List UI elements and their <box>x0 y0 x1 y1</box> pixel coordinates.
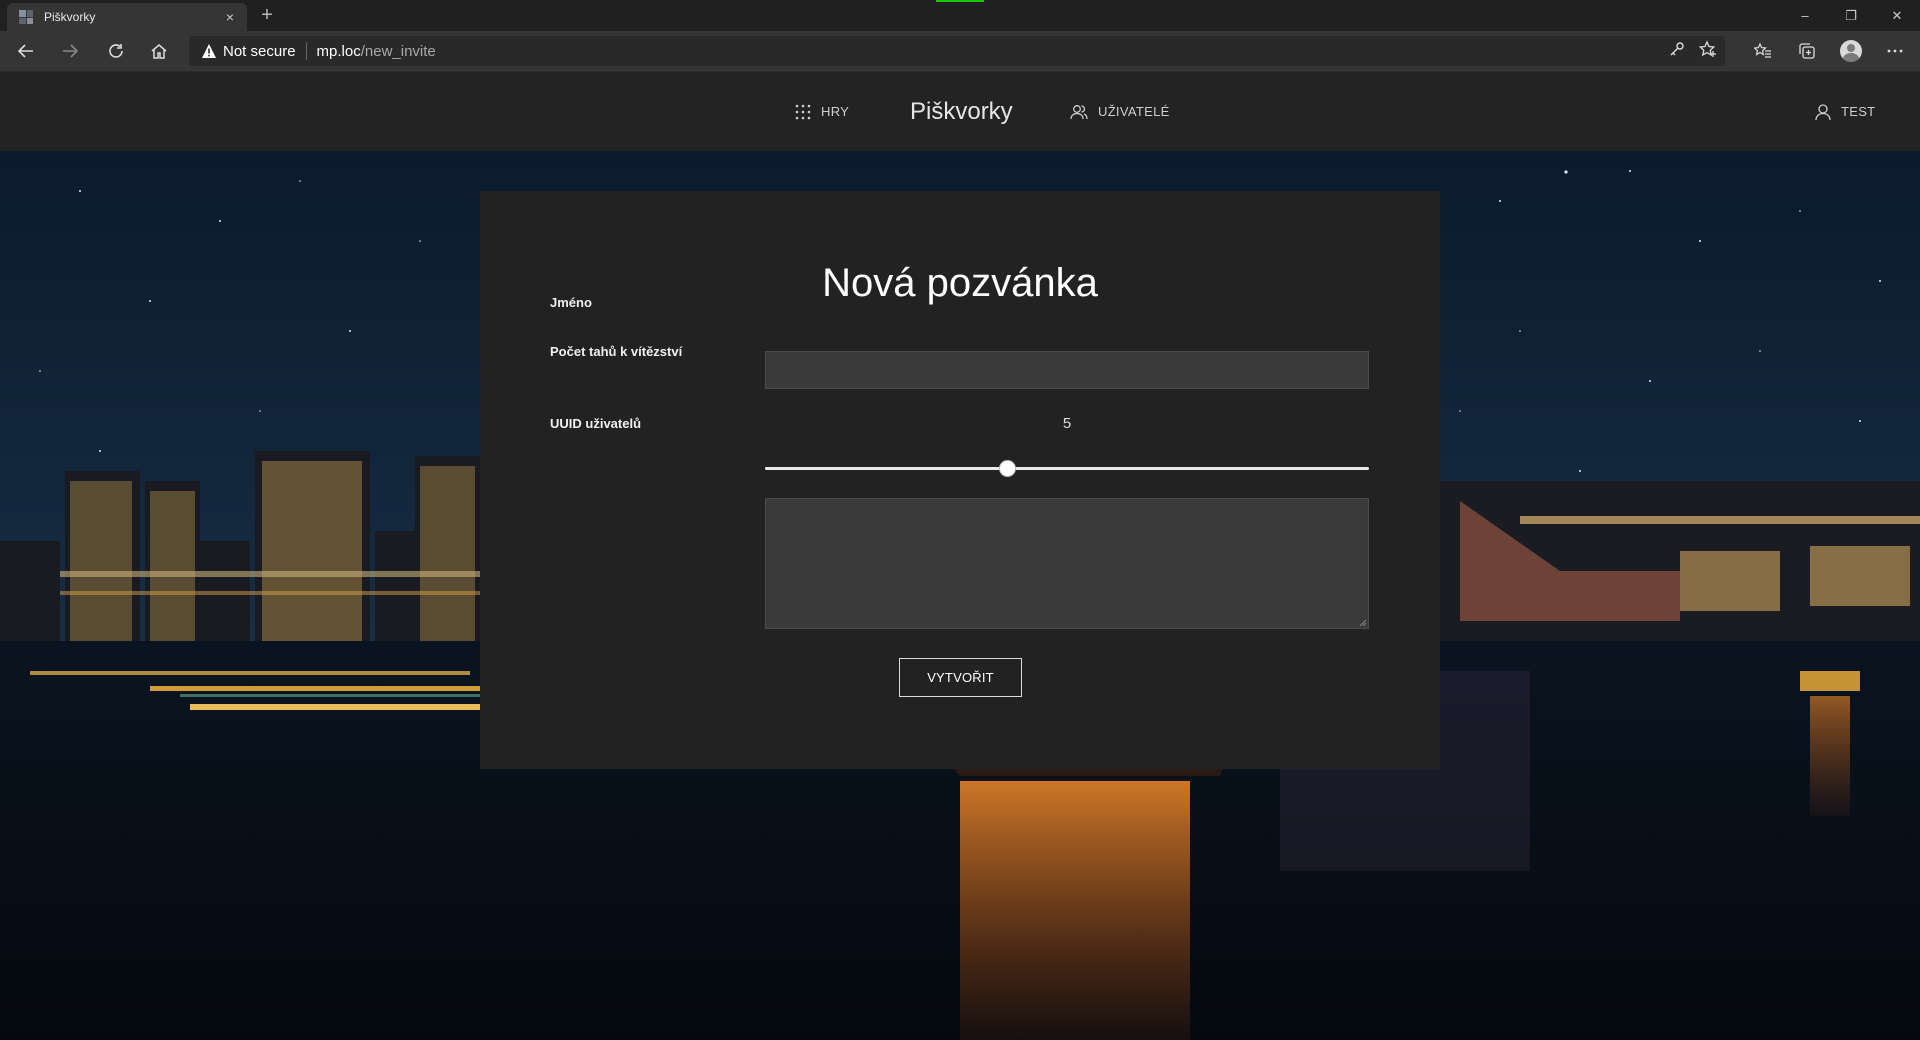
site-header: HRY Piškvorky UŽIVATELÉ TEST <box>0 72 1920 151</box>
url-host: mp.loc <box>316 42 361 60</box>
minimize-button[interactable]: – <box>1782 0 1828 31</box>
resize-handle-icon[interactable] <box>1358 618 1366 626</box>
home-button[interactable] <box>143 35 175 67</box>
reload-icon <box>109 44 123 58</box>
address-bar[interactable]: Not secure mp.loc /new_invite <box>189 36 1725 66</box>
nav-account[interactable]: TEST <box>1815 72 1875 151</box>
browser-tab[interactable]: Piškvorky × <box>7 3 247 31</box>
site-brand[interactable]: Piškvorky <box>910 72 1013 151</box>
name-label: Jméno <box>550 295 592 310</box>
uuid-label: UUID uživatelů <box>550 416 642 431</box>
nav-games[interactable]: HRY <box>795 72 849 151</box>
moves-value: 5 <box>1062 415 1072 432</box>
key-icon[interactable] <box>1669 41 1685 62</box>
nav-account-label: TEST <box>1841 104 1876 119</box>
activity-indicator <box>936 0 984 2</box>
close-tab-icon[interactable]: × <box>221 9 239 25</box>
forward-button[interactable] <box>54 35 86 67</box>
warning-icon <box>201 43 217 59</box>
site-favicon-icon <box>19 10 33 24</box>
nav-games-label: HRY <box>821 104 850 119</box>
forward-arrow-icon <box>63 44 79 58</box>
close-window-button[interactable]: ✕ <box>1874 0 1920 31</box>
back-button[interactable] <box>10 35 42 67</box>
browser-tab-bar: Piškvorky × + – ❐ ✕ <box>0 0 1920 31</box>
create-button[interactable]: VYTVOŘIT <box>899 658 1022 697</box>
tab-title: Piškvorky <box>44 10 96 24</box>
security-label[interactable]: Not secure <box>223 43 296 60</box>
new-tab-button[interactable]: + <box>255 4 279 28</box>
profile-button[interactable] <box>1834 35 1868 67</box>
nav-users-label: UŽIVATELÉ <box>1098 104 1170 119</box>
collections-icon[interactable] <box>1790 35 1824 67</box>
favorites-icon[interactable] <box>1746 35 1780 67</box>
moves-slider[interactable] <box>765 461 1369 476</box>
page-title: Nová pozvánka <box>822 261 1098 305</box>
browser-toolbar: Not secure mp.loc /new_invite <box>0 31 1920 72</box>
back-arrow-icon <box>17 44 33 58</box>
grid-icon <box>795 104 811 119</box>
profile-avatar-icon <box>1840 40 1862 62</box>
user-icon <box>1815 103 1831 120</box>
window-controls: – ❐ ✕ <box>1782 0 1920 31</box>
moves-label: Počet tahů k vítězství <box>550 344 683 359</box>
restore-button[interactable]: ❐ <box>1828 0 1874 31</box>
uuid-textarea[interactable] <box>765 498 1369 629</box>
new-invite-card: Nová pozvánka Jméno Počet tahů k vítězst… <box>480 191 1440 769</box>
add-favorite-icon[interactable] <box>1698 39 1717 63</box>
more-menu-icon[interactable] <box>1878 35 1912 67</box>
users-icon <box>1070 104 1088 119</box>
address-separator <box>305 42 307 60</box>
slider-thumb[interactable] <box>999 461 1015 476</box>
nav-users[interactable]: UŽIVATELÉ <box>1070 72 1170 151</box>
name-input[interactable] <box>765 351 1369 389</box>
home-icon <box>151 44 167 59</box>
reload-button[interactable] <box>100 35 132 67</box>
url-path: /new_invite <box>360 42 436 60</box>
